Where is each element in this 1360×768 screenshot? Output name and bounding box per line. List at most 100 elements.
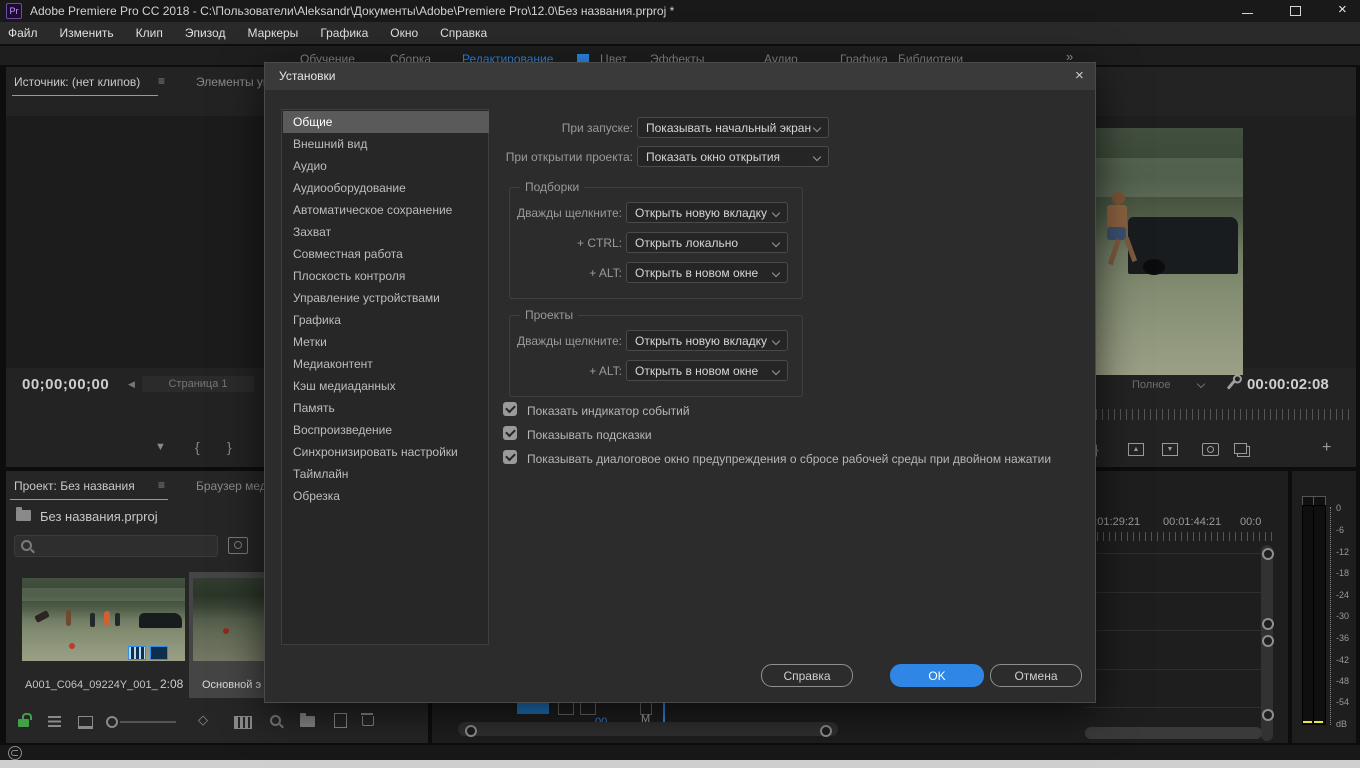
tooltips-checkbox[interactable] xyxy=(503,426,517,440)
list-view-icon[interactable] xyxy=(48,716,61,727)
hscroll-handle-left[interactable] xyxy=(465,725,477,737)
meter-scale-line xyxy=(1330,507,1331,725)
menu-file[interactable]: Файл xyxy=(8,26,38,40)
menu-window[interactable]: Окно xyxy=(390,26,418,40)
delete-icon[interactable] xyxy=(362,716,374,726)
clip-name[interactable]: A001_C064_09224Y_001_ xyxy=(25,679,158,691)
clip-thumbnail-selected[interactable]: Основной э xyxy=(189,572,270,698)
thumb-fig1 xyxy=(90,613,95,627)
event-indicator-checkbox[interactable] xyxy=(503,402,517,416)
icon-view-icon[interactable] xyxy=(78,716,93,729)
track-separator xyxy=(1085,707,1262,708)
prefs-category-item[interactable]: Аудиооборудование xyxy=(283,177,489,199)
projects-group-title: Проекты xyxy=(520,308,578,322)
prefs-category-item[interactable]: Память xyxy=(283,397,489,419)
project-writable-lock-icon[interactable] xyxy=(18,719,29,727)
creative-cloud-icon[interactable] xyxy=(8,746,22,760)
find-icon[interactable] xyxy=(270,715,281,726)
prefs-category-item[interactable]: Кэш медиаданных xyxy=(283,375,489,397)
prefs-category-item[interactable]: Обрезка xyxy=(283,485,489,507)
lift-icon[interactable]: ▲ xyxy=(1128,443,1144,456)
audio-badge-icon[interactable] xyxy=(150,646,168,660)
workspace-reset-warning-checkbox[interactable] xyxy=(503,450,517,464)
extract-icon[interactable]: ▼ xyxy=(1162,443,1178,456)
find-edit-icon[interactable] xyxy=(234,716,252,729)
mark-out-icon[interactable]: } xyxy=(227,439,232,455)
track-separator xyxy=(1085,669,1262,670)
prefs-category-item[interactable]: Синхронизировать настройки xyxy=(283,441,489,463)
menu-graphics[interactable]: Графика xyxy=(320,26,368,40)
comparison-view-icon[interactable] xyxy=(1234,443,1247,454)
maximize-button[interactable] xyxy=(1278,0,1312,22)
program-timecode[interactable]: 00:00:02:08 xyxy=(1247,376,1329,393)
add-button-icon[interactable]: + xyxy=(1322,439,1331,457)
add-marker-icon[interactable]: ▼ xyxy=(155,441,166,453)
bins-doubleclick-label: Дважды щелкните: xyxy=(445,206,622,220)
bins-ctrl-select[interactable]: Открыть локально xyxy=(626,232,788,253)
bins-ctrl-label: + CTRL: xyxy=(445,236,622,250)
close-button[interactable]: × xyxy=(1326,0,1360,22)
video-kid2-head xyxy=(1112,192,1125,205)
bins-alt-select[interactable]: Открыть в новом окне xyxy=(626,262,788,283)
dialog-close-icon[interactable]: × xyxy=(1075,67,1084,84)
new-bin-icon[interactable] xyxy=(300,716,315,727)
prefs-category-item[interactable]: Воспроизведение xyxy=(283,419,489,441)
menu-clip[interactable]: Клип xyxy=(136,26,163,40)
vscroll-handle[interactable] xyxy=(1262,635,1274,647)
source-timecode[interactable]: 00;00;00;00 xyxy=(22,376,109,393)
meter-unit: dB xyxy=(1336,719,1347,729)
search-input[interactable] xyxy=(37,537,211,555)
prefs-category-item[interactable]: Графика xyxy=(283,309,489,331)
help-button[interactable]: Справка xyxy=(761,664,853,687)
automate-to-sequence-icon[interactable]: ◇ xyxy=(198,712,208,728)
timeline-hscrollbar[interactable] xyxy=(458,722,838,736)
menu-help[interactable]: Справка xyxy=(440,26,487,40)
mark-in-icon[interactable]: { xyxy=(195,439,200,455)
project-root-icon[interactable] xyxy=(16,510,31,521)
menu-edit[interactable]: Изменить xyxy=(60,26,114,40)
panel-menu-icon[interactable]: ≡ xyxy=(158,74,165,88)
video-badge-icon[interactable] xyxy=(128,646,146,660)
hscroll-handle-right[interactable] xyxy=(820,725,832,737)
zoom-slider-handle[interactable] xyxy=(106,716,118,728)
prefs-category-item[interactable]: Управление устройствами xyxy=(283,287,489,309)
search-bin-icon[interactable] xyxy=(228,537,248,554)
projects-doubleclick-select[interactable]: Открыть новую вкладку xyxy=(626,330,788,351)
bins-doubleclick-select[interactable]: Открыть новую вкладку xyxy=(626,202,788,223)
menu-sequence[interactable]: Эпизод xyxy=(185,26,226,40)
meter-scale-36: -36 xyxy=(1336,633,1349,643)
new-item-icon[interactable] xyxy=(334,713,347,728)
projects-alt-select[interactable]: Открыть в новом окне xyxy=(626,360,788,381)
prev-page-icon[interactable]: ◀ xyxy=(128,379,135,390)
minimize-button[interactable] xyxy=(1230,0,1264,22)
check-icon xyxy=(505,427,516,438)
program-mini-ruler[interactable] xyxy=(1096,409,1350,420)
tab-project[interactable]: Проект: Без названия xyxy=(14,479,135,493)
startup-select[interactable]: Показывать начальный экран xyxy=(637,117,829,138)
cancel-button[interactable]: Отмена xyxy=(990,664,1082,687)
vscroll-handle[interactable] xyxy=(1262,618,1274,630)
tab-source[interactable]: Источник: (нет клипов) xyxy=(14,75,140,89)
fit-selector[interactable]: Полное xyxy=(1132,379,1171,391)
bins-group-title: Подборки xyxy=(520,180,584,194)
timeline-ruler[interactable] xyxy=(1085,532,1275,541)
timeline-right-hscrollbar[interactable] xyxy=(1085,727,1262,739)
menu-markers[interactable]: Маркеры xyxy=(247,26,298,40)
vscroll-handle[interactable] xyxy=(1262,709,1274,721)
panel-menu-icon[interactable]: ≡ xyxy=(158,478,165,492)
page-selector[interactable]: Страница 1 xyxy=(142,376,254,392)
maximize-icon xyxy=(1290,6,1301,16)
meter-scale-18: -18 xyxy=(1336,568,1349,578)
track-separator xyxy=(1085,630,1262,631)
vscroll-handle[interactable] xyxy=(1262,548,1274,560)
open-project-select[interactable]: Показать окно открытия xyxy=(637,146,829,167)
zoom-slider-track[interactable] xyxy=(120,721,176,723)
search-field[interactable] xyxy=(14,535,218,557)
clip-thumbnail[interactable] xyxy=(22,578,185,661)
prefs-category-item[interactable]: Таймлайн xyxy=(283,463,489,485)
export-frame-icon[interactable] xyxy=(1202,443,1219,456)
project-file-name[interactable]: Без названия.prproj xyxy=(40,509,158,524)
dialog-titlebar[interactable]: Установки × xyxy=(265,63,1095,90)
ok-button[interactable]: OK xyxy=(890,664,984,687)
settings-wrench-icon[interactable] xyxy=(1227,379,1236,389)
